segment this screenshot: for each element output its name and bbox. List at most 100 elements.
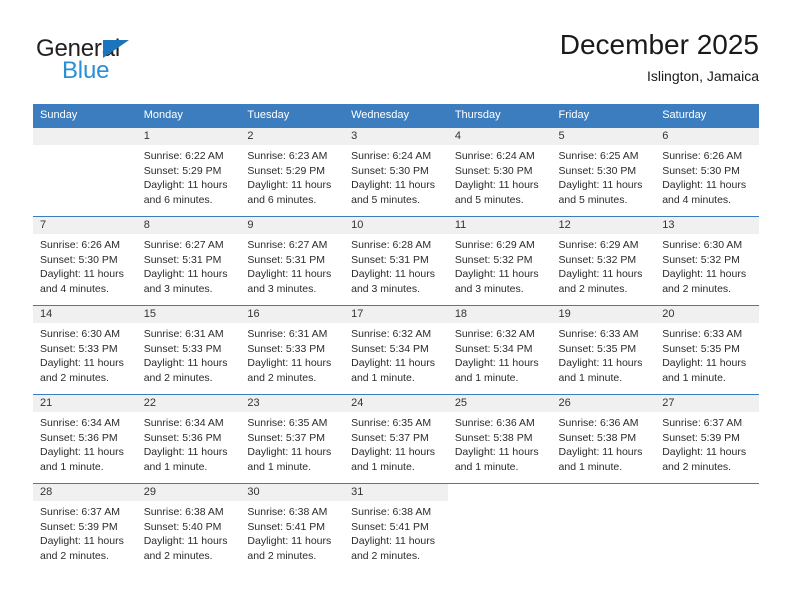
day-details: Sunrise: 6:38 AM Sunset: 5:41 PM Daylight:… (240, 501, 344, 563)
daylight-text-line2: and 1 minute. (40, 460, 104, 473)
sunrise-text: Sunrise: 6:34 AM (40, 417, 120, 429)
sunrise-text: Sunrise: 6:26 AM (40, 239, 120, 251)
daylight-text-line2: and 2 minutes. (662, 282, 732, 295)
calendar-day-cell[interactable]: 21 Sunrise: 6:34 AM Sunset: 5:36 PM Dayligh… (33, 394, 137, 484)
sunrise-text: Sunrise: 6:26 AM (662, 150, 743, 162)
calendar-day-cell[interactable]: 3 Sunrise: 6:24 AM Sunset: 5:30 PM Daylight… (344, 128, 448, 217)
calendar-day-cell[interactable]: 25 Sunrise: 6:36 AM Sunset: 5:38 PM Dayligh… (447, 394, 552, 484)
sunrise-text: Sunrise: 6:29 AM (558, 239, 639, 251)
calendar-day-cell[interactable]: 2 Sunrise: 6:23 AM Sunset: 5:29 PM Daylight… (240, 128, 345, 217)
sunset-text: Sunset: 5:32 PM (454, 253, 533, 266)
calendar-day-cell[interactable] (447, 483, 552, 572)
calendar-day-cell[interactable]: 29 Sunrise: 6:38 AM Sunset: 5:40 PM Dayligh… (136, 483, 241, 572)
calendar-day-cell[interactable]: 23 Sunrise: 6:35 AM Sunset: 5:37 PM Dayligh… (240, 394, 345, 484)
calendar-day-cell[interactable]: 4 Sunrise: 6:24 AM Sunset: 5:30 PM Daylight… (447, 128, 552, 217)
calendar-day-cell[interactable]: 8 Sunrise: 6:27 AM Sunset: 5:31 PM Daylight… (136, 216, 241, 306)
sunrise-text: Sunrise: 6:24 AM (454, 150, 535, 162)
daylight-text-line2: and 3 minutes. (143, 282, 213, 295)
daylight-text-line1: Daylight: 11 hours (40, 268, 124, 280)
calendar-day-cell[interactable]: 22 Sunrise: 6:34 AM Sunset: 5:36 PM Dayligh… (136, 394, 241, 484)
day-cell-inner: 26 Sunrise: 6:36 AM Sunset: 5:38 PM Dayligh… (551, 395, 656, 483)
calendar-day-cell[interactable]: 14 Sunrise: 6:30 AM Sunset: 5:33 PM Dayligh… (33, 305, 137, 395)
daylight-text-line2: and 2 minutes. (40, 549, 109, 562)
calendar-grid: Sunday Monday Tuesday Wednesday Thursday… (33, 104, 759, 572)
daylight-text-line2: and 2 minutes. (558, 282, 628, 295)
calendar-day-cell[interactable]: 9 Sunrise: 6:27 AM Sunset: 5:31 PM Daylight… (240, 216, 345, 306)
day-number: 22 (136, 395, 241, 412)
day-details: Sunrise: 6:35 AM Sunset: 5:37 PM Daylight:… (344, 412, 448, 474)
calendar-day-cell[interactable]: 10 Sunrise: 6:28 AM Sunset: 5:31 PM Dayligh… (344, 216, 448, 306)
daylight-text-line2: and 1 minute. (662, 371, 726, 384)
daylight-text-line1: Daylight: 11 hours (247, 357, 332, 369)
sunrise-text: Sunrise: 6:27 AM (247, 239, 328, 251)
calendar-day-cell[interactable] (33, 128, 137, 217)
day-cell-inner: 27 Sunrise: 6:37 AM Sunset: 5:39 PM Dayligh… (655, 395, 759, 483)
daylight-text-line2: and 1 minute. (558, 460, 623, 473)
sunset-text: Sunset: 5:41 PM (247, 520, 326, 533)
calendar-day-cell[interactable]: 11 Sunrise: 6:29 AM Sunset: 5:32 PM Dayligh… (447, 216, 552, 306)
day-number (655, 484, 759, 501)
day-number: 24 (344, 395, 448, 412)
sunset-text: Sunset: 5:38 PM (454, 431, 533, 444)
calendar-day-cell[interactable]: 27 Sunrise: 6:37 AM Sunset: 5:39 PM Dayligh… (655, 394, 759, 484)
day-number: 28 (33, 484, 137, 501)
calendar-day-cell[interactable]: 7 Sunrise: 6:26 AM Sunset: 5:30 PM Daylight… (33, 216, 137, 306)
daylight-text-line2: and 5 minutes. (558, 193, 628, 206)
daylight-text-line2: and 2 minutes. (351, 549, 420, 562)
calendar-day-cell[interactable]: 18 Sunrise: 6:32 AM Sunset: 5:34 PM Dayligh… (447, 305, 552, 395)
day-number: 31 (344, 484, 448, 501)
day-cell-inner (447, 484, 552, 572)
weekday-header-tuesday: Tuesday (240, 104, 345, 128)
calendar-day-cell[interactable]: 5 Sunrise: 6:25 AM Sunset: 5:30 PM Daylight… (551, 128, 656, 217)
day-cell-inner: 9 Sunrise: 6:27 AM Sunset: 5:31 PM Daylight… (240, 217, 345, 305)
sunrise-text: Sunrise: 6:35 AM (351, 417, 432, 429)
daylight-text-line1: Daylight: 11 hours (558, 268, 643, 280)
sunrise-text: Sunrise: 6:32 AM (351, 328, 432, 340)
day-number: 10 (344, 217, 448, 234)
calendar-day-cell[interactable]: 28 Sunrise: 6:37 AM Sunset: 5:39 PM Dayligh… (33, 483, 137, 572)
day-cell-inner: 10 Sunrise: 6:28 AM Sunset: 5:31 PM Dayligh… (344, 217, 448, 305)
daylight-text-line1: Daylight: 11 hours (351, 535, 435, 547)
calendar-day-cell[interactable]: 26 Sunrise: 6:36 AM Sunset: 5:38 PM Dayligh… (551, 394, 656, 484)
day-details: Sunrise: 6:25 AM Sunset: 5:30 PM Daylight:… (552, 145, 656, 207)
day-details: Sunrise: 6:37 AM Sunset: 5:39 PM Daylight:… (655, 412, 759, 474)
day-cell-inner: 7 Sunrise: 6:26 AM Sunset: 5:30 PM Daylight… (33, 217, 137, 305)
calendar-page: General Blue December 2025 Islington, Ja… (0, 0, 792, 612)
calendar-week-row: 21 Sunrise: 6:34 AM Sunset: 5:36 PM Dayligh… (33, 394, 759, 484)
day-details: Sunrise: 6:37 AM Sunset: 5:39 PM Daylight:… (33, 501, 137, 563)
calendar-week-row: 1 Sunrise: 6:22 AM Sunset: 5:29 PM Daylight… (33, 128, 759, 217)
day-details: Sunrise: 6:32 AM Sunset: 5:34 PM Daylight:… (344, 323, 448, 385)
calendar-day-cell[interactable]: 19 Sunrise: 6:33 AM Sunset: 5:35 PM Dayligh… (551, 305, 656, 395)
daylight-text-line1: Daylight: 11 hours (247, 535, 332, 547)
daylight-text-line2: and 2 minutes. (143, 371, 213, 384)
calendar-day-cell[interactable]: 16 Sunrise: 6:31 AM Sunset: 5:33 PM Dayligh… (240, 305, 345, 395)
calendar-day-cell[interactable] (655, 483, 759, 572)
day-details: Sunrise: 6:32 AM Sunset: 5:34 PM Daylight:… (448, 323, 552, 385)
calendar-week-row: 7 Sunrise: 6:26 AM Sunset: 5:30 PM Daylight… (33, 216, 759, 306)
daylight-text-line2: and 2 minutes. (247, 371, 317, 384)
weekday-header-thursday: Thursday (447, 104, 552, 128)
day-details: Sunrise: 6:29 AM Sunset: 5:32 PM Daylight:… (552, 234, 656, 296)
calendar-day-cell[interactable]: 12 Sunrise: 6:29 AM Sunset: 5:32 PM Dayligh… (551, 216, 656, 306)
day-cell-inner: 18 Sunrise: 6:32 AM Sunset: 5:34 PM Dayligh… (447, 306, 552, 394)
calendar-body: 1 Sunrise: 6:22 AM Sunset: 5:29 PM Daylight… (33, 128, 759, 572)
daylight-text-line2: and 4 minutes. (40, 282, 109, 295)
daylight-text-line1: Daylight: 11 hours (558, 446, 643, 458)
calendar-day-cell[interactable]: 1 Sunrise: 6:22 AM Sunset: 5:29 PM Daylight… (136, 128, 241, 217)
calendar-day-cell[interactable]: 13 Sunrise: 6:30 AM Sunset: 5:32 PM Dayligh… (655, 216, 759, 306)
calendar-day-cell[interactable]: 31 Sunrise: 6:38 AM Sunset: 5:41 PM Dayligh… (344, 483, 448, 572)
calendar-day-cell[interactable]: 30 Sunrise: 6:38 AM Sunset: 5:41 PM Dayligh… (240, 483, 345, 572)
sunset-text: Sunset: 5:31 PM (143, 253, 222, 266)
calendar-day-cell[interactable]: 15 Sunrise: 6:31 AM Sunset: 5:33 PM Dayligh… (136, 305, 241, 395)
calendar-day-cell[interactable]: 6 Sunrise: 6:26 AM Sunset: 5:30 PM Daylight… (655, 128, 759, 217)
calendar-day-cell[interactable]: 24 Sunrise: 6:35 AM Sunset: 5:37 PM Dayligh… (344, 394, 448, 484)
sunset-text: Sunset: 5:36 PM (40, 431, 118, 444)
calendar-day-cell[interactable]: 20 Sunrise: 6:33 AM Sunset: 5:35 PM Dayligh… (655, 305, 759, 395)
daylight-text-line2: and 1 minute. (454, 460, 519, 473)
calendar-day-cell[interactable]: 17 Sunrise: 6:32 AM Sunset: 5:34 PM Dayligh… (344, 305, 448, 395)
calendar-day-cell[interactable] (551, 483, 656, 572)
page-header: General Blue December 2025 Islington, Ja… (33, 28, 759, 100)
day-cell-inner: 16 Sunrise: 6:31 AM Sunset: 5:33 PM Dayligh… (240, 306, 345, 394)
weekday-header-wednesday: Wednesday (344, 104, 448, 128)
daylight-text-line2: and 2 minutes. (662, 460, 732, 473)
